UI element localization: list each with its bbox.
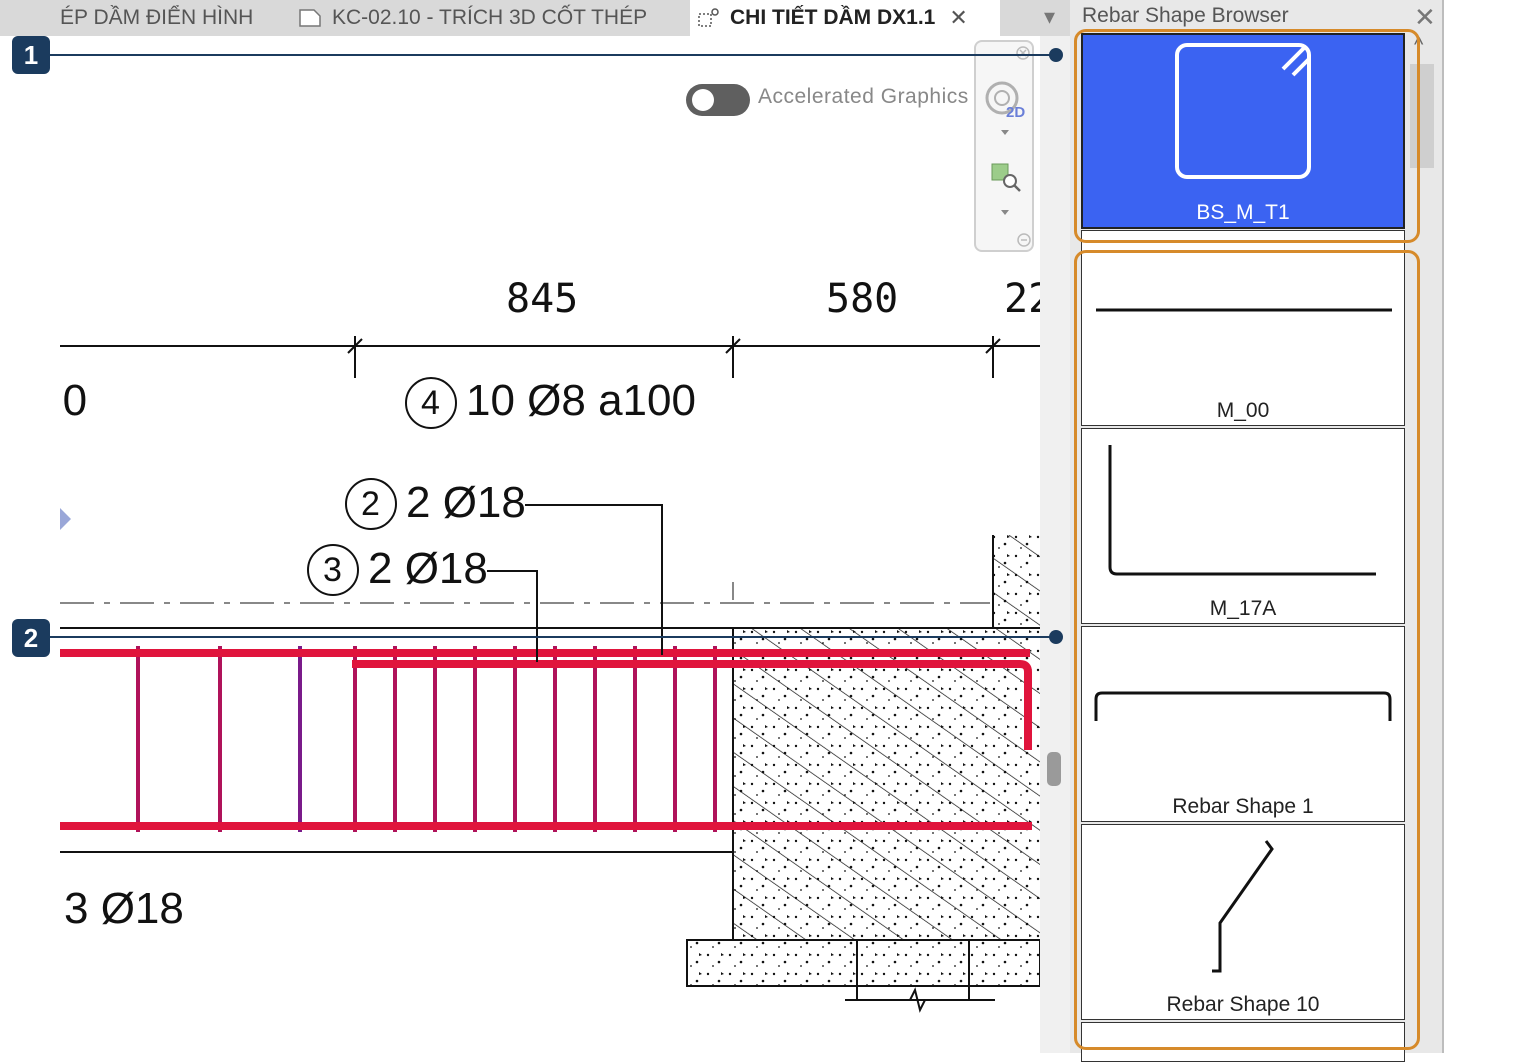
nav-menu-icon[interactable]	[1016, 232, 1032, 248]
accelerated-graphics-label: Accelerated Graphics	[758, 85, 969, 108]
stirrups	[136, 646, 717, 832]
nav-close-icon[interactable]	[1016, 46, 1030, 60]
view-tab-bar: ÉP DẦM ĐIỂN HÌNH KC-02.10 - TRÍCH 3D CỐT…	[0, 0, 1070, 36]
dimension-22: 22	[1004, 276, 1040, 322]
tab-label: CHI TIẾT DẦM DX1.1	[730, 6, 936, 29]
callout-1-dot	[1049, 48, 1063, 62]
tab-label: KC-02.10 - TRÍCH 3D CỐT THÉP	[332, 6, 648, 29]
nav-2d-label: 2D	[1006, 104, 1026, 121]
callout-1-line	[50, 54, 1058, 56]
panel-close-icon[interactable]: ✕	[1414, 2, 1436, 33]
tab-chi-tiet-dam[interactable]: CHI TIẾT DẦM DX1.1 ✕	[690, 0, 1000, 36]
detail-view-icon	[698, 8, 719, 27]
tag-3-label: 2 Ø18	[368, 544, 488, 593]
chevron-down-icon[interactable]	[1001, 130, 1009, 135]
drawing-canvas[interactable]: 845 580 22 )0 4 10 Ø8 a100 2 2 Ø18 3 2 Ø…	[60, 36, 1040, 1053]
highlight-selected-shape	[1074, 29, 1420, 243]
tag-4-number: 4	[421, 384, 440, 422]
tag-4-label: 10 Ø8 a100	[466, 376, 696, 425]
dimension-line	[60, 336, 1040, 378]
highlight-shape-list	[1074, 250, 1420, 1050]
dimension-845: 845	[506, 276, 579, 322]
sheet-icon	[299, 9, 321, 27]
tab-close-icon[interactable]: ✕	[949, 5, 967, 31]
tag-2-label: 2 Ø18	[406, 478, 526, 527]
tab-typical-beam[interactable]: ÉP DẦM ĐIỂN HÌNH	[60, 0, 282, 36]
tag-3-number: 3	[323, 551, 342, 589]
tag-2-number: 2	[361, 485, 380, 523]
left-gutter	[0, 36, 60, 1053]
toggle-knob	[692, 89, 714, 111]
callout-2-badge: 2	[12, 619, 50, 657]
canvas-scroll-thumb[interactable]	[1047, 752, 1061, 786]
tag-leaders	[487, 504, 663, 662]
panel-right-border	[1442, 0, 1444, 1053]
callout-2-dot	[1049, 630, 1063, 644]
panel-title: Rebar Shape Browser	[1082, 4, 1289, 27]
tab-label: ÉP DẦM ĐIỂN HÌNH	[60, 6, 254, 29]
tab-menu-icon[interactable]: ▾	[1044, 4, 1055, 30]
dimension-580: 580	[826, 276, 899, 322]
footing-section	[686, 939, 1040, 1013]
zoom-region-icon[interactable]	[990, 160, 1024, 194]
navigation-bar: 2D	[974, 40, 1034, 252]
beam-detail-drawing	[60, 336, 1040, 1013]
canvas-scrollbar[interactable]	[1040, 36, 1070, 1053]
chevron-down-icon[interactable]	[1001, 210, 1009, 215]
tab-kc-02-10[interactable]: KC-02.10 - TRÍCH 3D CỐT THÉP	[298, 0, 668, 36]
concrete-column-section	[732, 535, 1040, 940]
callout-1-badge: 1	[12, 36, 50, 74]
bottom-rebar-label: 3 Ø18	[64, 884, 184, 933]
partial-label: )0	[60, 376, 88, 425]
collapse-arrow-icon	[60, 508, 71, 530]
callout-2-line	[50, 636, 1058, 638]
